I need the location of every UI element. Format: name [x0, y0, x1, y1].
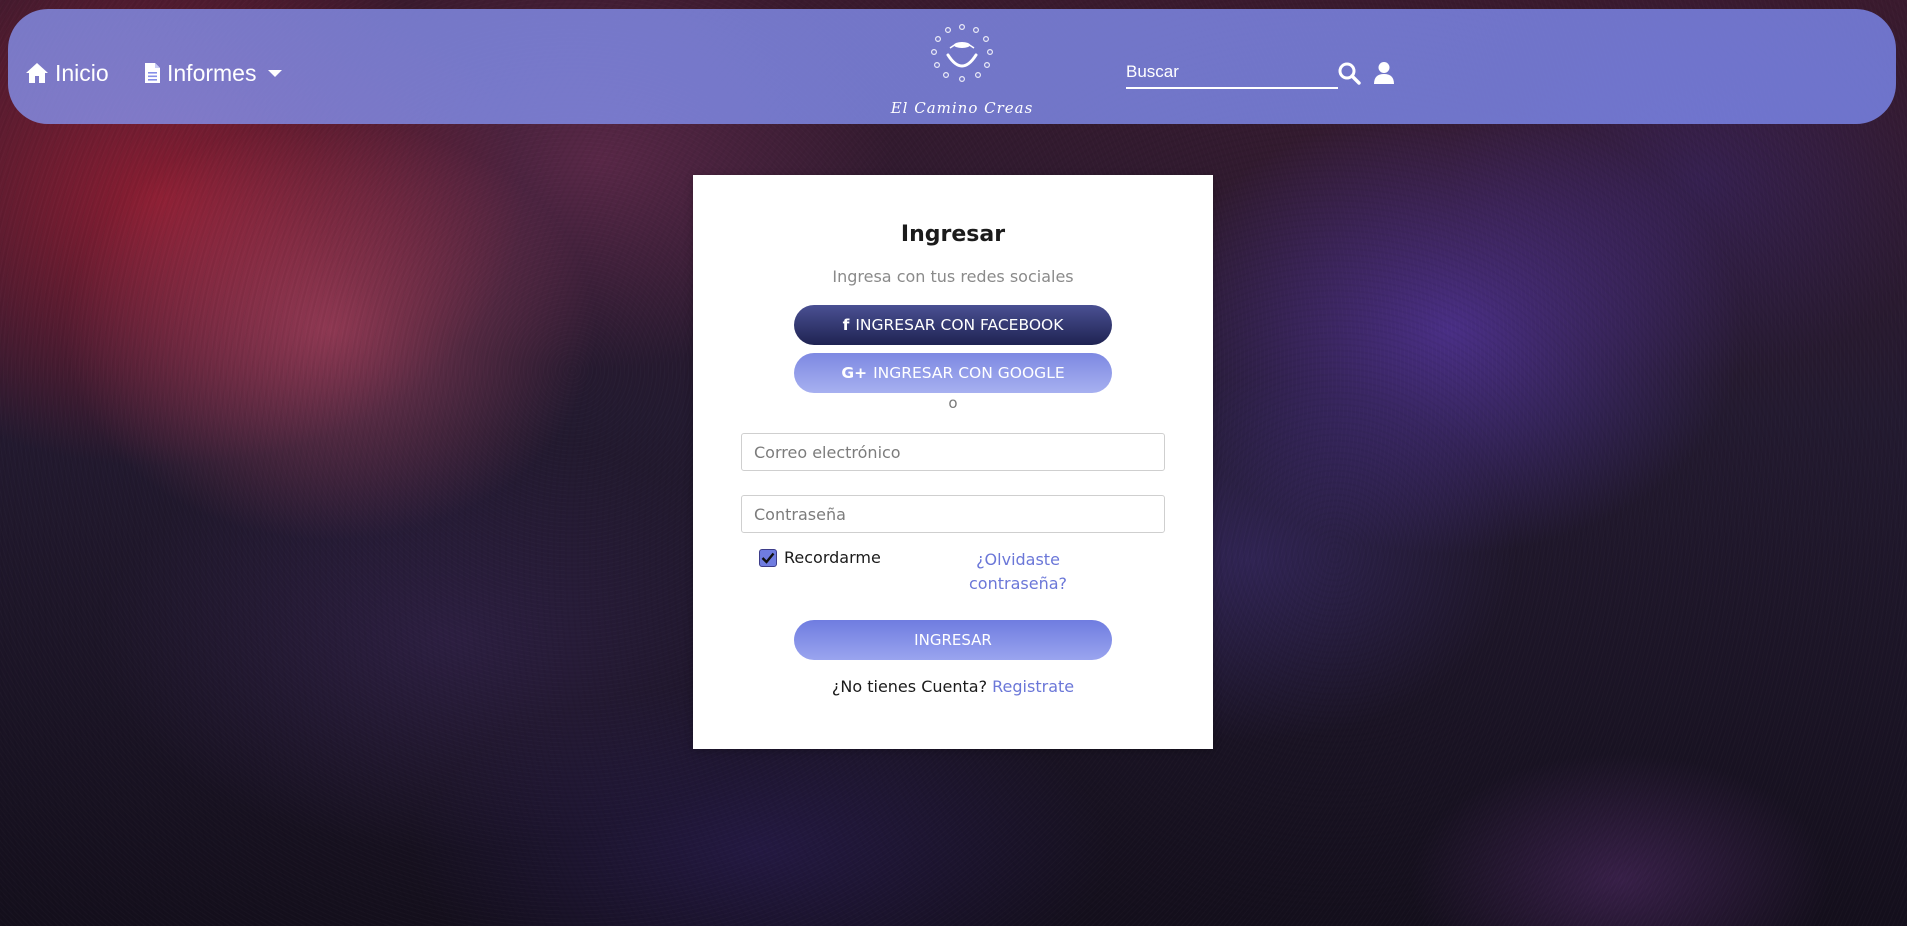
no-account-text: ¿No tienes Cuenta? — [831, 677, 988, 696]
google-login-button[interactable]: G+ INGRESAR CON GOOGLE — [794, 353, 1112, 393]
google-login-label: INGRESAR CON GOOGLE — [873, 364, 1065, 382]
checkmark-icon — [761, 552, 775, 564]
chevron-down-icon — [268, 69, 283, 77]
register-link[interactable]: Registrate — [992, 677, 1074, 696]
logo-text: El Camino Creas — [890, 99, 1034, 117]
nav-reports-dropdown[interactable]: Informes — [144, 58, 283, 88]
facebook-login-label: INGRESAR CON FACEBOOK — [855, 316, 1064, 334]
document-icon — [144, 62, 161, 84]
register-prompt: ¿No tienes Cuenta? Registrate — [693, 677, 1213, 696]
remember-checkbox[interactable] — [759, 548, 777, 567]
password-field[interactable] — [741, 495, 1165, 533]
google-plus-icon: G+ — [841, 364, 868, 382]
remember-label: Recordarme — [784, 548, 881, 567]
or-divider: o — [948, 394, 958, 412]
social-login-subtitle: Ingresa con tus redes sociales — [832, 267, 1074, 286]
search-box — [1126, 59, 1338, 89]
logo-emblem — [930, 24, 993, 82]
nav-home-link[interactable]: Inicio — [25, 58, 109, 88]
facebook-icon: f — [842, 316, 850, 334]
login-title: Ingresar — [900, 222, 1006, 247]
email-field[interactable] — [741, 433, 1165, 471]
login-submit-button[interactable]: INGRESAR — [794, 620, 1112, 660]
forgot-password-link[interactable]: ¿Olvidaste contraseña? — [953, 548, 1083, 596]
site-logo[interactable]: El Camino Creas — [872, 15, 1052, 123]
login-card: Ingresar Ingresa con tus redes sociales … — [693, 175, 1213, 749]
remember-me[interactable]: Recordarme — [759, 548, 881, 567]
facebook-login-button[interactable]: f INGRESAR CON FACEBOOK — [794, 305, 1112, 345]
nav-reports-label: Informes — [167, 60, 257, 86]
user-icon[interactable] — [1374, 61, 1394, 85]
search-input[interactable] — [1126, 59, 1338, 85]
nav-home-label: Inicio — [55, 60, 109, 86]
home-icon — [25, 62, 49, 84]
top-navbar: Inicio Informes El Camino Creas Buscar — [8, 9, 1896, 124]
search-icon[interactable] — [1337, 61, 1361, 85]
